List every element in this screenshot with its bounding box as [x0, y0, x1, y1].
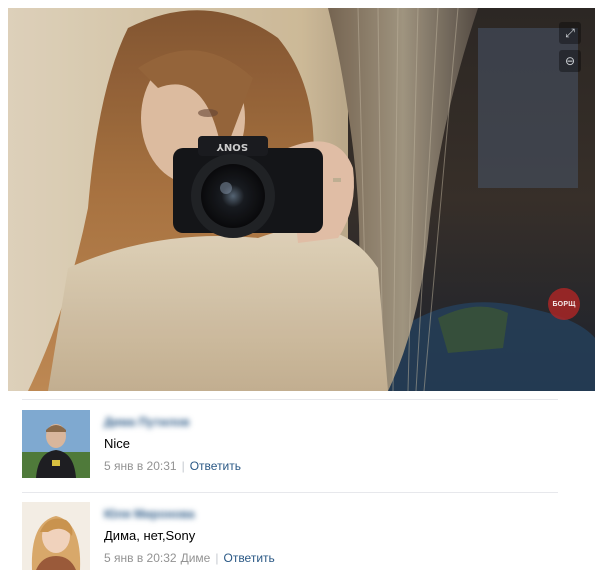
comment-author[interactable]: Юля Миронова [104, 507, 195, 521]
avatar[interactable] [22, 502, 90, 570]
comment: Дима Путилов Nice 5 янв в 20:31 | Ответить [22, 410, 558, 484]
meta-separator: | [181, 459, 185, 473]
comment-time[interactable]: 5 янв в 20:32 [104, 551, 177, 565]
watermark-logo: БОРЩ [548, 288, 580, 320]
reply-button[interactable]: Ответить [223, 551, 274, 565]
zoom-icon[interactable]: ⊖ [559, 50, 581, 72]
avatar[interactable] [22, 410, 90, 478]
comment-author[interactable]: Дима Путилов [104, 415, 190, 429]
divider [22, 399, 558, 400]
expand-icon[interactable]: ⤢ [559, 22, 581, 44]
comment-time[interactable]: 5 янв в 20:31 [104, 459, 177, 473]
photo-image: SONY [8, 8, 595, 391]
divider [22, 492, 558, 493]
reply-to-name[interactable]: Диме [181, 551, 211, 565]
post-photo[interactable]: SONY ⤢ ⊖ БОРЩ [8, 8, 595, 391]
meta-separator: | [215, 551, 219, 565]
comment-meta: 5 янв в 20:32 Диме | Ответить [104, 551, 275, 565]
reply-button[interactable]: Ответить [190, 459, 241, 473]
post-view: SONY ⤢ ⊖ БОРЩ Дима Путилов Nice 5 янв в … [0, 0, 604, 578]
comment-meta: 5 янв в 20:31 | Ответить [104, 459, 241, 473]
comment-text: Дима, нет,Sony [104, 528, 196, 543]
comment-text: Nice [104, 436, 131, 451]
comment: Юля Миронова Дима, нет,Sony 5 янв в 20:3… [22, 502, 558, 576]
